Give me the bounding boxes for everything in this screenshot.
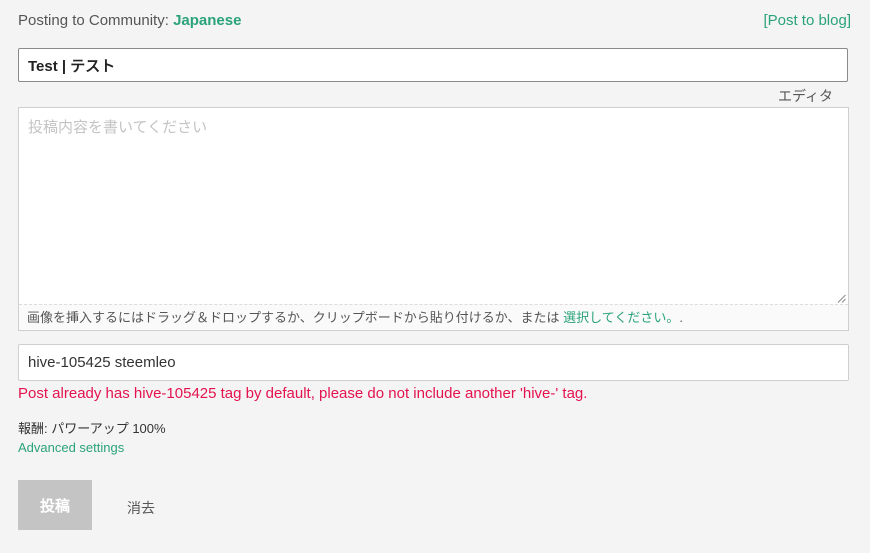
posting-to-community: Posting to Community: Japanese	[18, 12, 241, 29]
community-name[interactable]: Japanese	[173, 12, 241, 29]
editor-toggle[interactable]: エディタ	[778, 86, 833, 106]
rewards-value: パワーアップ 100%	[51, 421, 166, 436]
tags-input[interactable]	[18, 344, 849, 381]
body-editor: 画像を挿入するにはドラッグ＆ドロップするか、クリップボードから貼り付けるか、また…	[18, 107, 849, 331]
posting-header: Posting to Community: Japanese [Post to …	[18, 9, 851, 31]
dropzone-text: 画像を挿入するにはドラッグ＆ドロップするか、クリップボードから貼り付けるか、また…	[27, 310, 564, 325]
clear-button[interactable]: 消去	[127, 498, 155, 518]
select-image-link[interactable]: 選択してください。	[563, 310, 679, 325]
image-dropzone[interactable]: 画像を挿入するにはドラッグ＆ドロップするか、クリップボードから貼り付けるか、また…	[19, 304, 848, 330]
rewards-label: 報酬:	[18, 421, 52, 436]
rewards-setting: 報酬: パワーアップ 100%	[18, 418, 166, 437]
advanced-settings-link[interactable]: Advanced settings	[18, 440, 124, 455]
post-to-blog-link[interactable]: [Post to blog]	[763, 12, 851, 29]
title-input[interactable]	[18, 48, 848, 82]
resize-handle-icon[interactable]	[837, 294, 846, 303]
posting-label: Posting to Community:	[18, 11, 174, 29]
submit-button[interactable]: 投稿	[18, 480, 92, 530]
body-textarea[interactable]	[19, 108, 848, 305]
dropzone-suffix: .	[679, 310, 683, 325]
tag-error-message: Post already has hive-105425 tag by defa…	[18, 385, 588, 402]
